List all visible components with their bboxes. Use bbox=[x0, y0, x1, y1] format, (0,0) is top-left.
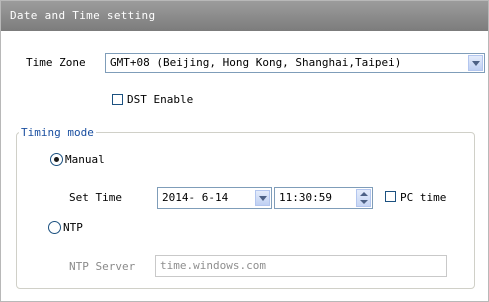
timezone-label: Time Zone bbox=[26, 56, 86, 69]
date-value: 2014- 6-14 bbox=[162, 191, 229, 204]
time-input[interactable]: 11:30:59 bbox=[274, 187, 373, 209]
date-time-settings-panel: Date and Time setting Time Zone GMT+08 (… bbox=[0, 0, 489, 302]
time-value: 11:30:59 bbox=[279, 191, 332, 204]
pc-time-checkbox[interactable] bbox=[385, 191, 396, 202]
date-picker[interactable]: 2014- 6-14 bbox=[157, 187, 272, 209]
ntp-label: NTP bbox=[63, 221, 83, 234]
pc-time-label: PC time bbox=[400, 191, 447, 204]
dst-enable-label: DST Enable bbox=[127, 93, 194, 106]
set-time-label: Set Time bbox=[69, 191, 122, 204]
chevron-down-icon[interactable] bbox=[468, 55, 483, 71]
ntp-server-value: time.windows.com bbox=[160, 259, 266, 272]
manual-radio[interactable] bbox=[50, 153, 63, 166]
ntp-server-label: NTP Server bbox=[69, 260, 136, 273]
ntp-radio[interactable] bbox=[48, 221, 61, 234]
ntp-server-input[interactable]: time.windows.com bbox=[155, 255, 447, 277]
spinner-icon[interactable] bbox=[356, 189, 371, 207]
dst-enable-checkbox[interactable] bbox=[112, 94, 123, 105]
timezone-value: GMT+08 (Beijing, Hong Kong, Shanghai,Tai… bbox=[110, 56, 402, 69]
panel-title: Date and Time setting bbox=[1, 1, 488, 31]
manual-label: Manual bbox=[65, 153, 105, 166]
timezone-select[interactable]: GMT+08 (Beijing, Hong Kong, Shanghai,Tai… bbox=[105, 53, 485, 73]
timing-mode-legend: Timing mode bbox=[21, 126, 94, 139]
chevron-down-icon[interactable] bbox=[255, 190, 270, 206]
